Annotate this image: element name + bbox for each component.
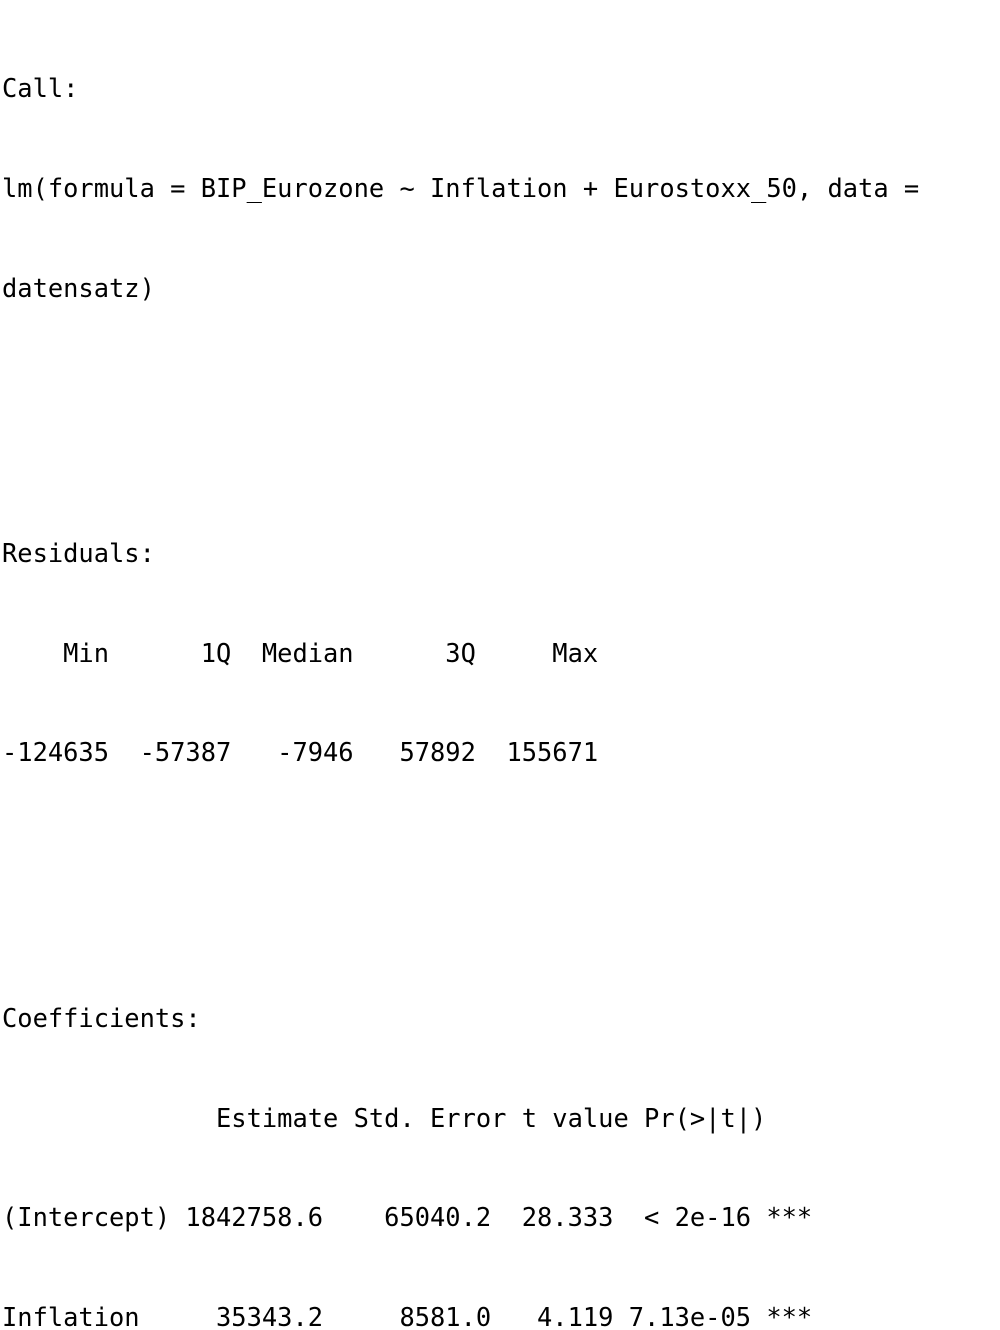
r-console-output: Call: lm(formula = BIP_Eurozone ~ Inflat… xyxy=(0,0,1000,1330)
coefficients-row-intercept: (Intercept) 1842758.6 65040.2 28.333 < 2… xyxy=(2,1202,813,1233)
coefficients-header-row: Estimate Std. Error t value Pr(>|t|) xyxy=(2,1102,828,1133)
call-formula-line-2: datensatz) xyxy=(2,272,155,303)
blank-line-after-call xyxy=(2,404,1000,437)
call-heading: Call: xyxy=(2,73,79,104)
residuals-header-row: Min 1Q Median 3Q Max xyxy=(2,637,614,668)
call-formula-line-1: lm(formula = BIP_Eurozone ~ Inflation + … xyxy=(2,173,920,204)
coefficients-row-inflation: Inflation 35343.2 8581.0 4.119 7.13e-05 … xyxy=(2,1301,813,1330)
blank-line-after-residuals xyxy=(2,869,1000,902)
residuals-values-row: -124635 -57387 -7946 57892 155671 xyxy=(2,737,614,768)
residuals-heading: Residuals: xyxy=(2,538,155,569)
coefficients-heading: Coefficients: xyxy=(2,1003,201,1034)
